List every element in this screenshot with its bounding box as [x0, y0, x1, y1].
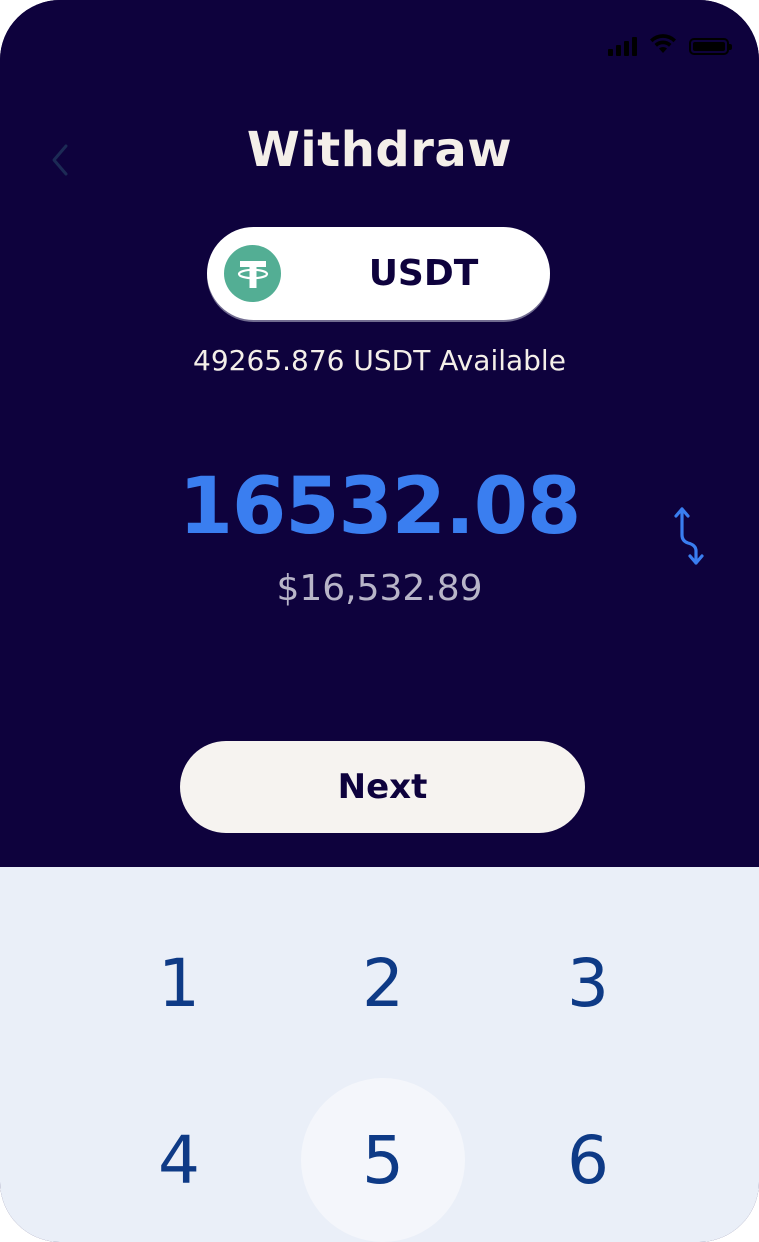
- keypad-key-2[interactable]: 2: [301, 901, 465, 1065]
- page-title: Withdraw: [246, 122, 513, 178]
- amount-value: 16532.08: [178, 462, 582, 552]
- fiat-value: $16,532.89: [276, 568, 483, 609]
- swap-currency-button[interactable]: [670, 505, 716, 567]
- wifi-icon: [649, 34, 677, 58]
- swap-vertical-icon: [674, 507, 704, 565]
- asset-selector-button[interactable]: USDT: [207, 227, 550, 320]
- cellular-signal-icon: [608, 36, 637, 56]
- withdraw-panel: Withdraw USDT 49265.876 USDT Available 1…: [0, 0, 759, 867]
- numeric-keypad: 1 2 3 4 5 6: [0, 867, 759, 1242]
- asset-label: USDT: [368, 253, 479, 294]
- keypad-key-1[interactable]: 1: [97, 901, 261, 1065]
- available-balance: 49265.876 USDT Available: [193, 344, 566, 377]
- tether-logo-icon: [224, 245, 281, 302]
- keypad-key-4[interactable]: 4: [97, 1078, 261, 1242]
- keypad-key-6[interactable]: 6: [506, 1078, 670, 1242]
- keypad-key-5[interactable]: 5: [301, 1078, 465, 1242]
- withdraw-screen: Withdraw USDT 49265.876 USDT Available 1…: [0, 0, 759, 1242]
- next-button[interactable]: Next: [180, 741, 585, 833]
- keypad-key-3[interactable]: 3: [506, 901, 670, 1065]
- battery-full-icon: [689, 37, 732, 55]
- status-bar: [608, 34, 732, 58]
